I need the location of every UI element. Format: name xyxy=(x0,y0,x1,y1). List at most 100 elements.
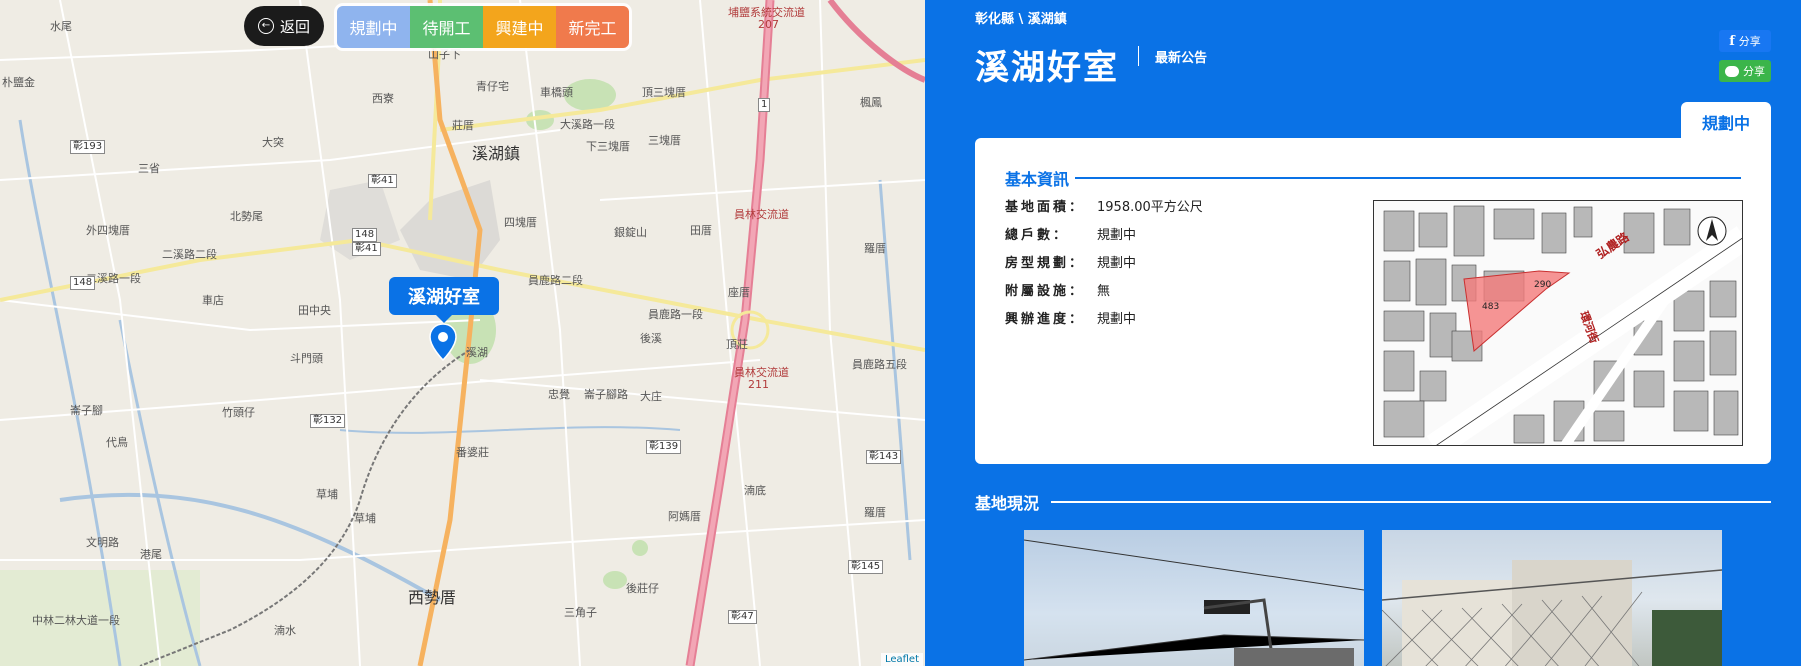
info-row: 附屬設施： 無 xyxy=(1005,280,1110,299)
map-label: 湳水 xyxy=(274,624,296,637)
road-shield: 148 xyxy=(70,276,96,290)
road-shield: 1 xyxy=(758,98,771,112)
map-label: 朴鹽金 xyxy=(2,76,35,89)
map-label: 草埔 xyxy=(316,488,338,501)
map-pin-icon[interactable] xyxy=(429,323,457,361)
project-info-panel: 彰化縣 \ 溪湖鎮 溪湖好室 最新公告 f 分享 分享 規劃中 基本資訊 基地面… xyxy=(925,0,1801,666)
info-key: 附屬設施： xyxy=(1005,284,1086,299)
info-key: 總戶數： xyxy=(1005,228,1070,243)
map-label: 後溪 xyxy=(640,332,662,345)
site-photo[interactable] xyxy=(1382,530,1722,666)
title-divider xyxy=(1138,46,1139,66)
map-label: 外四塊厝 xyxy=(86,224,130,237)
map-label-town: 溪湖鎮 xyxy=(472,144,521,163)
map-label: 阿媽厝 xyxy=(668,510,701,523)
map-label: 頂莊 xyxy=(726,338,748,351)
site-photo[interactable] xyxy=(1024,530,1364,666)
basic-info-card: 基本資訊 基地面積： 1958.00平方公尺 總戶數： 規劃中 房型規劃： 規劃… xyxy=(975,138,1771,464)
map-label: 大溪路一段 xyxy=(560,118,615,131)
info-key: 興辦進度： xyxy=(1005,312,1086,327)
line-icon xyxy=(1725,65,1739,77)
map-label: 大庄 xyxy=(640,390,662,403)
map-label: 銀錠山 xyxy=(614,226,647,239)
map-label: 中林二林大道一段 xyxy=(32,614,120,627)
status-filter-group: 規劃中 待開工 興建中 新完工 xyxy=(337,6,629,48)
site-plan-image[interactable]: 483 290 弘農路 環河街 xyxy=(1373,200,1743,446)
map-label: 三角子 xyxy=(564,606,597,619)
map-label: 楓鳳 xyxy=(860,96,882,109)
map-label: 田中央 xyxy=(298,304,331,317)
status-tab-planning[interactable]: 規劃中 xyxy=(1681,102,1771,142)
filter-pending-button[interactable]: 待開工 xyxy=(410,6,483,48)
heading-rule xyxy=(1075,177,1741,179)
info-value: 規劃中 xyxy=(1097,312,1137,327)
map-label: 草埔 xyxy=(354,512,376,525)
latest-news-link[interactable]: 最新公告 xyxy=(1155,47,1207,66)
map-label: 207 xyxy=(758,18,779,31)
map-label: 三省 xyxy=(138,162,160,175)
line-share-label: 分享 xyxy=(1743,65,1765,78)
road-shield: 148 xyxy=(352,228,378,242)
map-label: 田厝 xyxy=(690,224,712,237)
back-button[interactable]: ← 返回 xyxy=(244,6,324,46)
map-label: 頂三塊厝 xyxy=(642,86,686,99)
map-label: 忠覺 xyxy=(548,388,570,401)
heading-rule xyxy=(1051,501,1771,503)
line-share-button[interactable]: 分享 xyxy=(1719,60,1771,82)
info-key: 基地面積： xyxy=(1005,200,1086,215)
road-shield: 彰193 xyxy=(70,140,106,154)
map-label: 員鹿路五段 xyxy=(852,358,907,371)
map-label: 西寮 xyxy=(372,92,394,105)
info-key: 房型規劃： xyxy=(1005,256,1086,271)
map-label: 港尾 xyxy=(140,548,162,561)
road-shield: 彰41 xyxy=(368,174,397,188)
map-label: 後莊仔 xyxy=(626,582,659,595)
map-label: 山子下 xyxy=(428,48,461,61)
arrow-left-icon: ← xyxy=(257,18,274,34)
info-value: 無 xyxy=(1097,284,1111,299)
map-label: 水尾 xyxy=(50,20,72,33)
map-label: 溪湖 xyxy=(466,346,488,359)
map-label: 羅厝 xyxy=(864,506,886,519)
map-view[interactable]: 水尾 朴鹽金 三省 大突 西寮 山子下 青仔宅 莊厝 車橋頭 頂三塊厝 下三塊厝… xyxy=(0,0,925,666)
map-label: 代鳥 xyxy=(106,436,128,449)
info-row: 總戶數： 規劃中 xyxy=(1005,224,1136,243)
road-shield: 彰139 xyxy=(646,440,682,454)
site-photo-image xyxy=(1024,539,1364,666)
map-label: 員鹿路二段 xyxy=(528,274,583,287)
map-label: 車店 xyxy=(202,294,224,307)
map-label: 崙子腳 xyxy=(70,404,103,417)
site-status-header: 基地現況 xyxy=(975,490,1771,514)
map-label: 211 xyxy=(748,378,769,391)
road-shield: 彰145 xyxy=(848,560,884,574)
map-label: 斗門頭 xyxy=(290,352,323,365)
map-attribution-link[interactable]: Leaflet xyxy=(880,653,923,666)
road-shield: 彰41 xyxy=(352,242,381,256)
map-label: 莊厝 xyxy=(452,119,474,132)
filter-completed-button[interactable]: 新完工 xyxy=(556,6,629,48)
map-label: 員林交流道 xyxy=(734,208,789,221)
map-label: 三塊厝 xyxy=(648,134,681,147)
map-label: 崙子腳路 xyxy=(584,388,628,401)
road-shield: 彰47 xyxy=(728,610,757,624)
info-row: 基地面積： 1958.00平方公尺 xyxy=(1005,196,1203,215)
map-label: 番婆莊 xyxy=(456,446,489,459)
map-label: 二溪路二段 xyxy=(162,248,217,261)
map-label: 四塊厝 xyxy=(504,216,537,229)
basic-info-heading: 基本資訊 xyxy=(1005,170,1070,189)
info-value: 1958.00平方公尺 xyxy=(1097,200,1203,215)
page-title: 溪湖好室 xyxy=(975,48,1119,88)
map-label: 下三塊厝 xyxy=(586,140,630,153)
info-row: 興辦進度： 規劃中 xyxy=(1005,308,1136,327)
road-shield: 彰132 xyxy=(310,414,346,428)
filter-planning-button[interactable]: 規劃中 xyxy=(337,6,410,48)
basic-info-header: 基本資訊 xyxy=(1005,166,1741,190)
breadcrumb: 彰化縣 \ 溪湖鎮 xyxy=(975,12,1067,27)
facebook-share-button[interactable]: f 分享 xyxy=(1719,30,1771,52)
marker-popup-label[interactable]: 溪湖好室 xyxy=(389,277,499,323)
map-label: 北勢尾 xyxy=(230,210,263,223)
map-label: 羅厝 xyxy=(864,242,886,255)
lot-number-290: 290 xyxy=(1534,280,1551,290)
filter-construction-button[interactable]: 興建中 xyxy=(483,6,556,48)
map-label: 青仔宅 xyxy=(476,80,509,93)
